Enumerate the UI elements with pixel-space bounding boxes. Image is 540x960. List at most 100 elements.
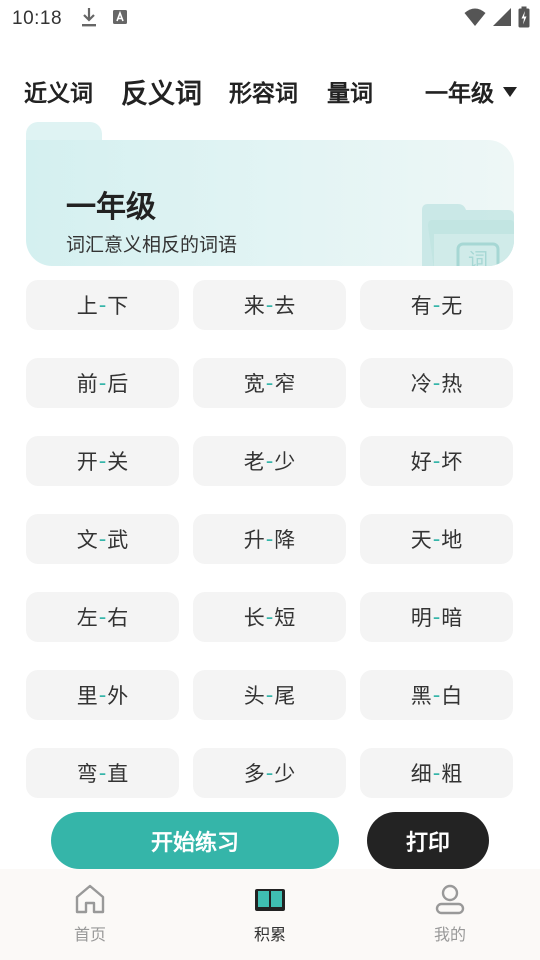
pair-separator: -: [432, 761, 441, 785]
word-b: 热: [441, 372, 463, 396]
word-b: 少: [274, 450, 296, 474]
tab-adjectives[interactable]: 形容词: [229, 66, 298, 116]
nav-accumulate[interactable]: 积累: [230, 883, 310, 945]
status-bar: 10:18: [0, 0, 540, 38]
grade-value: 一年级: [425, 81, 494, 107]
word-a: 细: [410, 762, 432, 786]
word-a: 开: [76, 450, 98, 474]
word-a: 天: [410, 528, 432, 552]
nav-mine-label: 我的: [433, 925, 466, 944]
download-icon: [80, 6, 98, 32]
battery-charging-icon: [518, 6, 530, 32]
caret-down-icon: [502, 78, 518, 104]
nav-home[interactable]: 首页: [50, 883, 130, 945]
word-b: 下: [107, 294, 129, 318]
grade-dropdown[interactable]: 一年级: [425, 66, 518, 116]
signal-icon: [492, 7, 512, 31]
pair-separator: -: [265, 527, 274, 551]
pair-separator: -: [432, 527, 441, 551]
nav-mine[interactable]: 我的: [410, 883, 490, 945]
pair-separator: -: [98, 293, 107, 317]
word-a: 升: [243, 528, 265, 552]
word-b: 暗: [441, 606, 463, 630]
pair-separator: -: [98, 605, 107, 629]
word-b: 少: [274, 762, 296, 786]
word-b: 关: [107, 450, 129, 474]
svg-text:词: 词: [468, 248, 488, 266]
pair-separator: -: [265, 761, 274, 785]
pair-separator: -: [98, 371, 107, 395]
word-a: 多: [243, 762, 265, 786]
pair-separator: -: [265, 605, 274, 629]
banner-body: 一年级 词汇意义相反的词语 词: [26, 140, 514, 266]
print-button[interactable]: 打印: [367, 812, 489, 869]
word-pair-cell[interactable]: 弯-直: [26, 748, 179, 798]
word-pair-cell[interactable]: 多-少: [193, 748, 346, 798]
wifi-icon: [464, 7, 486, 31]
a-box-icon: [112, 9, 128, 29]
home-icon: [73, 883, 107, 919]
word-b: 粗: [441, 762, 463, 786]
word-pair-cell[interactable]: 上-下: [26, 280, 179, 330]
word-b: 地: [441, 528, 463, 552]
word-a: 来: [243, 294, 265, 318]
banner-title: 一年级: [66, 190, 156, 225]
word-a: 弯: [76, 762, 98, 786]
pair-separator: -: [432, 293, 441, 317]
word-a: 上: [76, 294, 98, 318]
nav-home-label: 首页: [73, 925, 106, 944]
pair-separator: -: [432, 371, 441, 395]
tab-antonyms[interactable]: 反义词: [121, 66, 202, 116]
word-b: 坏: [441, 450, 463, 474]
folder-document-icon: 词: [422, 204, 514, 266]
book-icon: [253, 883, 287, 919]
pair-separator: -: [265, 293, 274, 317]
word-a: 长: [243, 606, 265, 630]
word-a: 老: [243, 450, 265, 474]
word-pair-cell[interactable]: 里-外: [26, 670, 179, 720]
antonym-grid: 上-下来-去有-无前-后宽-窄冷-热开-关老-少好-坏文-武升-降天-地左-右长…: [26, 280, 514, 800]
word-pair-cell[interactable]: 细-粗: [360, 748, 513, 798]
word-pair-cell[interactable]: 黑-白: [360, 670, 513, 720]
word-pair-cell[interactable]: 来-去: [193, 280, 346, 330]
word-pair-cell[interactable]: 宽-窄: [193, 358, 346, 408]
word-a: 前: [76, 372, 98, 396]
word-b: 降: [274, 528, 296, 552]
word-pair-cell[interactable]: 有-无: [360, 280, 513, 330]
pair-separator: -: [265, 371, 274, 395]
grade-banner: 一年级 词汇意义相反的词语 词: [26, 122, 514, 266]
word-pair-cell[interactable]: 老-少: [193, 436, 346, 486]
word-pair-cell[interactable]: 长-短: [193, 592, 346, 642]
start-practice-button[interactable]: 开始练习: [51, 812, 339, 869]
status-time: 10:18: [12, 8, 63, 29]
pair-separator: -: [432, 683, 441, 707]
word-b: 窄: [274, 372, 296, 396]
word-a: 里: [76, 684, 98, 708]
tab-synonyms[interactable]: 近义词: [24, 66, 93, 116]
person-icon: [433, 883, 467, 919]
pair-separator: -: [98, 449, 107, 473]
word-a: 好: [410, 450, 432, 474]
word-a: 左: [76, 606, 98, 630]
word-b: 无: [441, 294, 463, 318]
word-pair-cell[interactable]: 冷-热: [360, 358, 513, 408]
word-pair-cell[interactable]: 升-降: [193, 514, 346, 564]
banner-subtitle: 词汇意义相反的词语: [66, 234, 238, 256]
word-pair-cell[interactable]: 头-尾: [193, 670, 346, 720]
word-b: 去: [274, 294, 296, 318]
tab-measure-words[interactable]: 量词: [327, 66, 373, 116]
pair-separator: -: [265, 683, 274, 707]
word-pair-cell[interactable]: 开-关: [26, 436, 179, 486]
word-pair-cell[interactable]: 前-后: [26, 358, 179, 408]
word-pair-cell[interactable]: 文-武: [26, 514, 179, 564]
word-pair-cell[interactable]: 明-暗: [360, 592, 513, 642]
bottom-nav: 首页 积累 我的: [0, 869, 540, 960]
word-b: 直: [107, 762, 129, 786]
word-pair-cell[interactable]: 好-坏: [360, 436, 513, 486]
word-pair-cell[interactable]: 左-右: [26, 592, 179, 642]
word-pair-cell[interactable]: 天-地: [360, 514, 513, 564]
nav-accumulate-label: 积累: [253, 925, 286, 944]
pair-separator: -: [265, 449, 274, 473]
word-a: 头: [243, 684, 265, 708]
pair-separator: -: [98, 761, 107, 785]
